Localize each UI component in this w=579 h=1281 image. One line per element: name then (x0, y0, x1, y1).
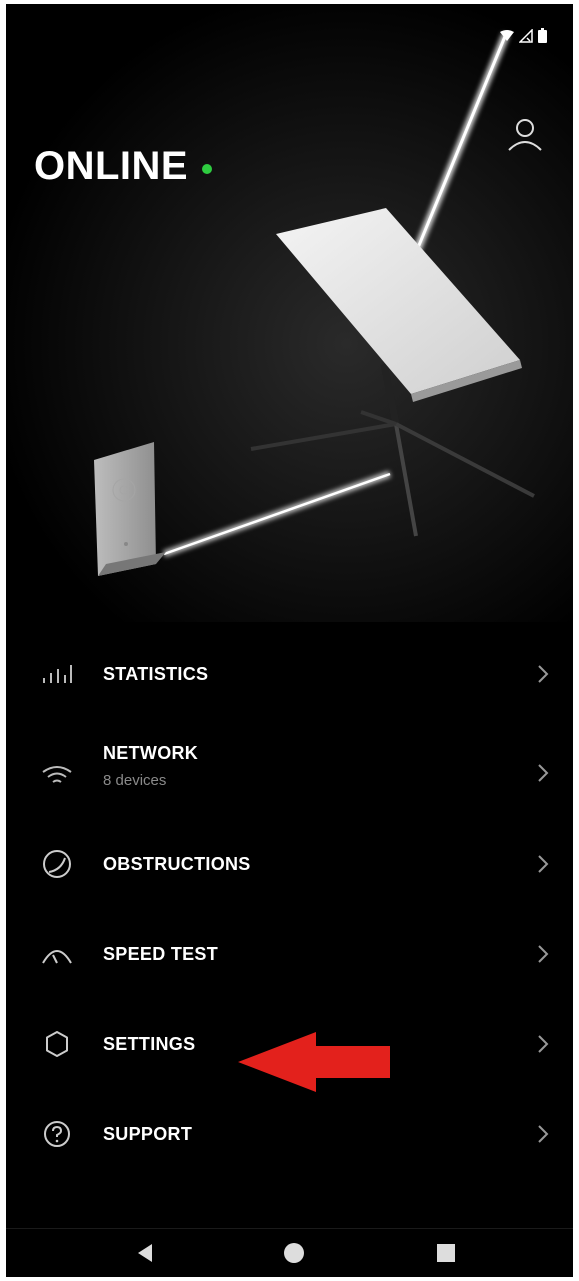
menu-item-statistics[interactable]: STATISTICS (6, 629, 573, 719)
recents-button[interactable] (434, 1241, 458, 1265)
gear-icon (46, 1031, 68, 1057)
help-circle-icon (44, 1121, 70, 1147)
menu-item-label: SETTINGS (103, 1033, 196, 1054)
status-bar (6, 4, 573, 48)
menu-item-speed-test[interactable]: SPEED TEST (6, 909, 573, 999)
chevron-right-icon (538, 1125, 549, 1143)
back-button[interactable] (134, 1241, 158, 1265)
chevron-right-icon (538, 764, 549, 782)
network-device-count: 8 devices (103, 772, 167, 789)
menu-item-network[interactable]: NETWORK 8 devices (6, 719, 573, 819)
app-screen: ONLINE STATISTICS NETWORK 8 devices OBST… (6, 4, 573, 1277)
wifi-status-icon (500, 29, 514, 41)
menu-item-label: SUPPORT (103, 1123, 193, 1144)
online-indicator-dot (202, 163, 213, 174)
menu-item-obstructions[interactable]: OBSTRUCTIONS (6, 819, 573, 909)
wifi-icon (42, 766, 72, 783)
obstruction-circle-icon (43, 850, 71, 878)
chevron-right-icon (538, 945, 549, 963)
battery-icon (538, 28, 547, 43)
chevron-right-icon (538, 855, 549, 873)
hero-image (6, 4, 573, 622)
chevron-right-icon (538, 1035, 549, 1053)
speedometer-icon (42, 950, 72, 964)
person-icon (508, 119, 542, 151)
menu-item-support[interactable]: SUPPORT (6, 1089, 573, 1179)
home-button[interactable] (282, 1241, 306, 1265)
connection-status: ONLINE (34, 144, 213, 189)
menu-item-label: OBSTRUCTIONS (103, 853, 251, 874)
system-navigation-bar (6, 1228, 573, 1277)
bar-chart-icon (43, 665, 72, 683)
menu-item-label: SPEED TEST (103, 943, 219, 964)
chevron-right-icon (538, 665, 549, 683)
starlink-dish-illustration (94, 32, 535, 576)
profile-button[interactable] (505, 114, 545, 154)
menu-item-label: NETWORK (103, 743, 199, 763)
menu-item-label: STATISTICS (103, 663, 209, 684)
cellular-signal-icon (519, 28, 533, 43)
red-arrow-annotation (238, 1032, 390, 1092)
connection-status-label: ONLINE (34, 144, 189, 188)
main-menu: STATISTICS NETWORK 8 devices OBSTRUCTION… (6, 629, 573, 1179)
